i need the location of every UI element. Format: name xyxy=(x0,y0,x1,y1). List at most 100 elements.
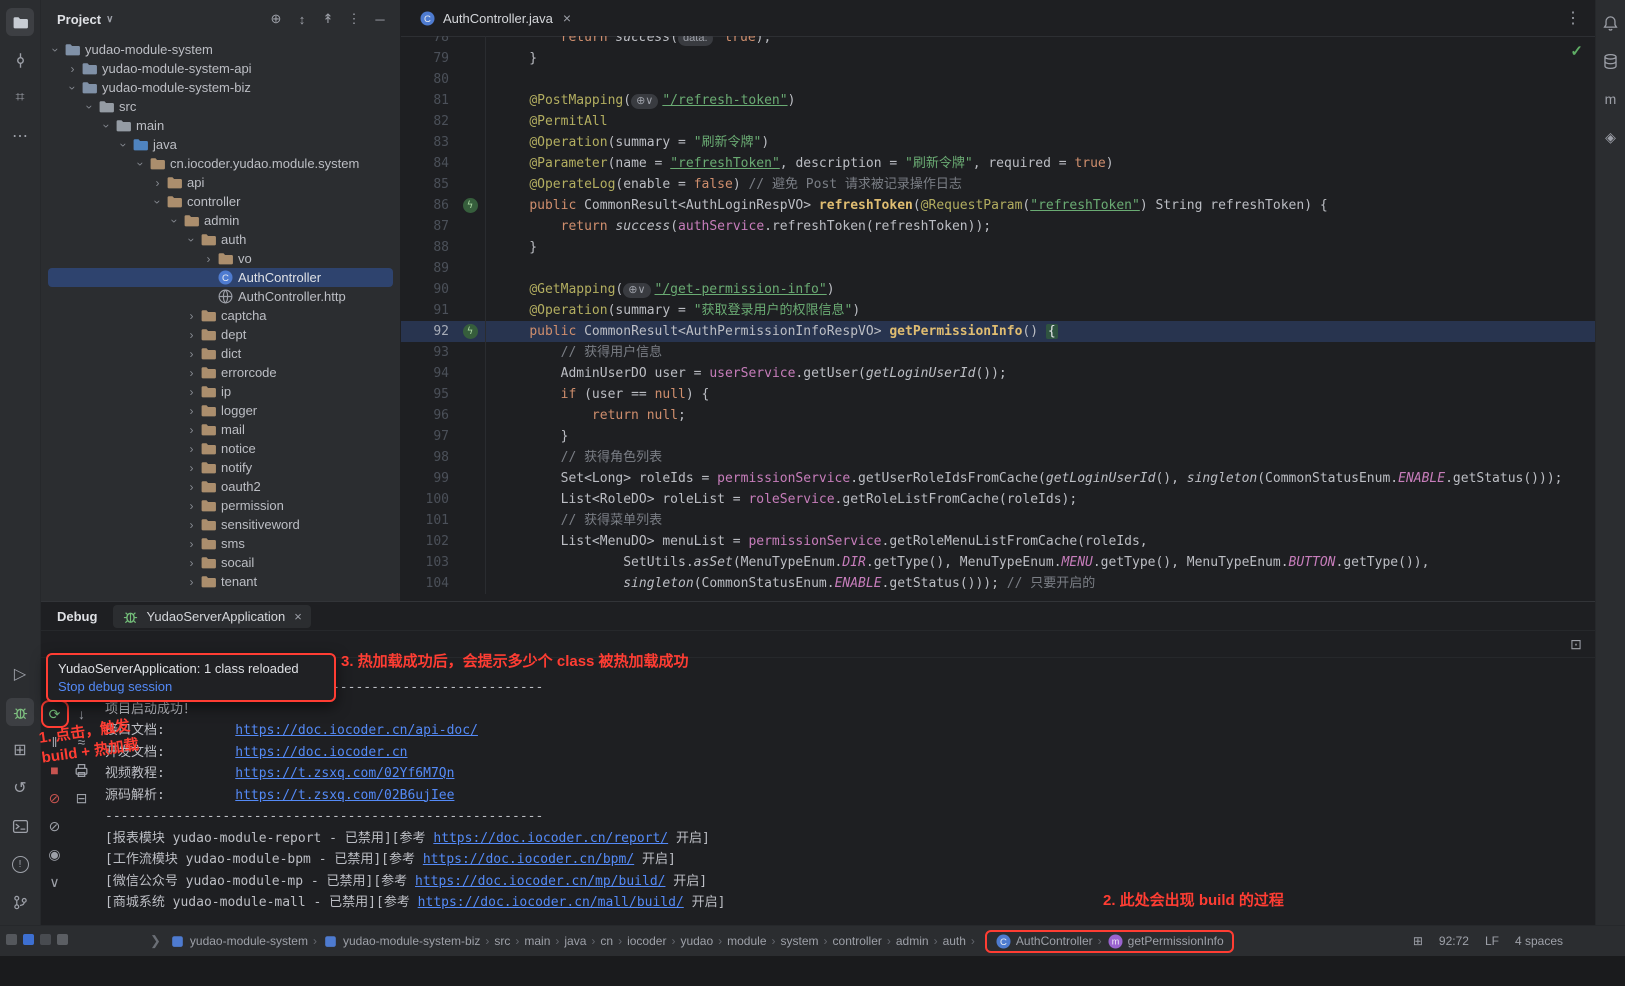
breadcrumb-item-auth[interactable]: auth xyxy=(943,934,966,948)
breadcrumb-item-system[interactable]: system xyxy=(781,934,819,948)
tree-item-socail[interactable]: ›socail xyxy=(48,553,393,572)
chevron-right-icon[interactable]: › xyxy=(201,252,216,266)
console-link[interactable]: https://t.zsxq.com/02Yf6M7Qn xyxy=(235,766,454,781)
line-number[interactable]: 94 xyxy=(401,363,455,384)
line-number[interactable]: 91 xyxy=(401,300,455,321)
line-number[interactable]: 81 xyxy=(401,90,455,111)
tree-item-cn-iocoder-yudao-module-system[interactable]: ›cn.iocoder.yudao.module.system xyxy=(48,154,393,173)
stop-icon[interactable]: ■ xyxy=(44,759,66,781)
line-number[interactable]: 103 xyxy=(401,552,455,573)
tree-item-main[interactable]: ›main xyxy=(48,116,393,135)
console-link[interactable]: https://doc.iocoder.cn/bpm/ xyxy=(423,852,634,867)
plugins-icon[interactable]: ◈ xyxy=(1598,124,1624,150)
api-endpoint-gutter-icon[interactable]: ϟ xyxy=(455,321,485,342)
line-number[interactable]: 102 xyxy=(401,531,455,552)
tree-item-authcontroller-http[interactable]: ›AuthController.http xyxy=(48,287,393,306)
line-number[interactable]: 98 xyxy=(401,447,455,468)
breadcrumb-item-controller[interactable]: controller xyxy=(833,934,882,948)
chevron-down-icon[interactable]: › xyxy=(66,80,80,95)
chevron-down-icon[interactable]: › xyxy=(100,118,114,133)
chevron-right-icon[interactable]: › xyxy=(184,366,199,380)
tree-item-notice[interactable]: ›notice xyxy=(48,439,393,458)
tree-item-auth[interactable]: ›auth xyxy=(48,230,393,249)
rerun-icon[interactable]: ⟳ xyxy=(44,703,66,725)
breadcrumb-item-getpermissioninfo[interactable]: mgetPermissionInfo xyxy=(1107,933,1224,950)
line-number[interactable]: 84 xyxy=(401,153,455,174)
editor-pane[interactable]: C AuthController.java × ⋮ ✓ 78 return su… xyxy=(401,0,1595,601)
breadcrumb-item-module[interactable]: module xyxy=(727,934,766,948)
chevron-right-icon[interactable]: › xyxy=(184,347,199,361)
layout-settings-icon[interactable]: ⊡ xyxy=(1565,633,1587,655)
breadcrumb-item-iocoder[interactable]: iocoder xyxy=(627,934,666,948)
tree-item-api[interactable]: ›api xyxy=(48,173,393,192)
soft-wrap-icon[interactable]: ≈ xyxy=(71,731,93,753)
commit-icon[interactable] xyxy=(6,46,34,74)
collapse-small-icon[interactable]: ∨ xyxy=(44,871,66,893)
line-number[interactable]: 101 xyxy=(401,510,455,531)
chevron-right-icon[interactable]: › xyxy=(65,62,80,76)
project-icon[interactable] xyxy=(6,8,34,36)
collapse-all-icon[interactable]: ↟ xyxy=(316,7,340,31)
tree-item-controller[interactable]: ›controller xyxy=(48,192,393,211)
more-options-icon[interactable]: ⋮ xyxy=(342,7,366,31)
tree-item-oauth2[interactable]: ›oauth2 xyxy=(48,477,393,496)
tree-item-errorcode[interactable]: ›errorcode xyxy=(48,363,393,382)
line-number[interactable]: 89 xyxy=(401,258,455,279)
terminal-icon[interactable] xyxy=(6,812,34,840)
breadcrumb-item-src[interactable]: src xyxy=(494,934,510,948)
print-icon[interactable] xyxy=(71,759,93,781)
tree-item-vo[interactable]: ›vo xyxy=(48,249,393,268)
close-icon[interactable]: × xyxy=(563,10,571,26)
breadcrumb-item-java[interactable]: java xyxy=(564,934,586,948)
tree-item-admin[interactable]: ›admin xyxy=(48,211,393,230)
scroll-end-icon[interactable]: ↓ xyxy=(71,703,93,725)
breadcrumb-item-authcontroller[interactable]: CAuthController xyxy=(995,933,1093,950)
breadcrumb-item-admin[interactable]: admin xyxy=(896,934,929,948)
problems-icon[interactable]: ! xyxy=(6,850,34,878)
api-endpoint-gutter-icon[interactable]: ϟ xyxy=(455,195,485,216)
console-link[interactable]: https://doc.iocoder.cn/api-doc/ xyxy=(235,723,478,738)
chevron-right-icon[interactable]: › xyxy=(184,575,199,589)
tree-item-logger[interactable]: ›logger xyxy=(48,401,393,420)
line-number[interactable]: 87 xyxy=(401,216,455,237)
line-number[interactable]: 78 xyxy=(401,36,455,48)
line-number[interactable]: 80 xyxy=(401,69,455,90)
breadcrumb-item-yudao[interactable]: yudao xyxy=(680,934,713,948)
inspection-ok-icon[interactable]: ✓ xyxy=(1570,42,1583,60)
tree-item-yudao-module-system-api[interactable]: ›yudao-module-system-api xyxy=(48,59,393,78)
line-number[interactable]: 96 xyxy=(401,405,455,426)
tree-item-ip[interactable]: ›ip xyxy=(48,382,393,401)
pause-icon[interactable]: ‖ xyxy=(44,731,66,753)
line-number[interactable]: 88 xyxy=(401,237,455,258)
project-view-selector[interactable]: Project ∨ xyxy=(57,12,113,27)
code-editor[interactable]: 78 return success(data: true);79 }80 81 … xyxy=(401,36,1595,601)
tree-item-mail[interactable]: ›mail xyxy=(48,420,393,439)
debug-icon[interactable] xyxy=(6,698,34,726)
indent-setting[interactable]: 4 spaces xyxy=(1515,934,1563,948)
editor-options-kebab-icon[interactable]: ⋮ xyxy=(1559,4,1587,32)
line-number[interactable]: 86 xyxy=(401,195,455,216)
line-number[interactable]: 90 xyxy=(401,279,455,300)
console-link[interactable]: https://doc.iocoder.cn/mp/build/ xyxy=(415,874,665,889)
database-icon[interactable] xyxy=(1598,48,1624,74)
console-link[interactable]: https://doc.iocoder.cn xyxy=(235,745,407,760)
run-icon[interactable]: ▷ xyxy=(6,660,34,688)
breadcrumb-item-yudao-module-system[interactable]: yudao-module-system xyxy=(169,933,308,950)
line-number[interactable]: 79 xyxy=(401,48,455,69)
chevron-right-icon[interactable]: › xyxy=(184,442,199,456)
tree-item-java[interactable]: ›java xyxy=(48,135,393,154)
caret-position[interactable]: 92:72 xyxy=(1439,934,1469,948)
tree-item-dept[interactable]: ›dept xyxy=(48,325,393,344)
tree-item-sms[interactable]: ›sms xyxy=(48,534,393,553)
chevron-right-icon[interactable]: › xyxy=(184,423,199,437)
tree-item-permission[interactable]: ›permission xyxy=(48,496,393,515)
chevron-right-icon[interactable]: › xyxy=(184,328,199,342)
notifications-icon[interactable] xyxy=(1598,10,1624,36)
tree-item-sensitiveword[interactable]: ›sensitiveword xyxy=(48,515,393,534)
line-number[interactable]: 82 xyxy=(401,111,455,132)
breadcrumb-item-main[interactable]: main xyxy=(524,934,550,948)
tree-item-dict[interactable]: ›dict xyxy=(48,344,393,363)
tree-item-captcha[interactable]: ›captcha xyxy=(48,306,393,325)
chevron-right-icon[interactable]: › xyxy=(184,518,199,532)
services-icon[interactable]: ⊞ xyxy=(6,736,34,764)
